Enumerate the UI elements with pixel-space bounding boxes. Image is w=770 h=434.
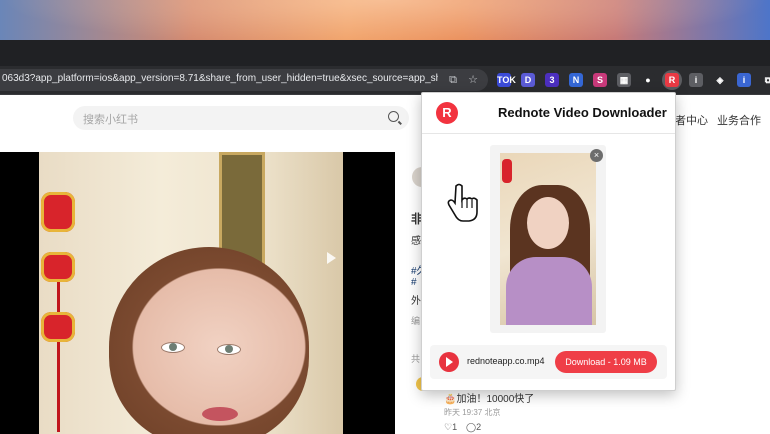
search-placeholder: 搜索小红书 xyxy=(83,114,138,126)
video-thumbnail[interactable] xyxy=(500,153,596,325)
color-ext-icon[interactable]: ◈ xyxy=(710,70,730,90)
info-ext-icon[interactable]: i xyxy=(686,70,706,90)
pink-ext-icon[interactable]: S xyxy=(590,70,610,90)
like-button[interactable]: ♡1 xyxy=(444,422,457,433)
blue-ext-icon[interactable]: 3 xyxy=(542,70,562,90)
edit-date: 编 xyxy=(411,316,421,326)
downloader-popup: R Rednote Video Downloader × rednoteapp.… xyxy=(421,92,676,391)
url-text[interactable]: 063d3?app_platform=ios&app_version=8.71&… xyxy=(2,73,438,84)
ni-ext-icon[interactable]: N xyxy=(566,70,586,90)
shield-ext-icon[interactable]: i xyxy=(734,70,754,90)
thumb-lantern xyxy=(502,159,512,183)
popup-header: R Rednote Video Downloader xyxy=(422,93,675,134)
thumb-face xyxy=(527,197,569,249)
play-icon[interactable] xyxy=(439,352,459,372)
search-icon[interactable] xyxy=(388,111,399,122)
comment-text: 🎂加油！10000快了 xyxy=(444,394,535,405)
person-face xyxy=(109,247,309,434)
reply-button[interactable]: ◯2 xyxy=(466,422,481,433)
popup-title: Rednote Video Downloader xyxy=(498,105,667,120)
browser-tab-strip xyxy=(0,40,770,66)
post-text: 外 xyxy=(411,296,421,307)
comment-icon: ◯ xyxy=(466,422,477,432)
thumb-sweater xyxy=(506,257,592,325)
rednote-logo-icon: R xyxy=(436,102,458,124)
rednote-ext-icon[interactable]: R xyxy=(662,70,682,90)
grid-ext-icon[interactable]: ▦ xyxy=(614,70,634,90)
download-button[interactable]: Download - 1.09 MB xyxy=(555,351,657,373)
eye-left xyxy=(161,342,185,353)
install-app-icon[interactable]: ⧉ xyxy=(446,73,460,87)
search-input[interactable]: 搜索小红书 xyxy=(73,106,409,130)
file-name: rednoteapp.co.mp4 xyxy=(467,356,545,366)
close-icon[interactable]: × xyxy=(590,149,603,162)
post-text: 感 xyxy=(411,236,421,247)
circle-ext-icon[interactable]: ● xyxy=(638,70,658,90)
browser-toolbar: 063d3?app_platform=ios&app_version=8.71&… xyxy=(0,66,770,95)
video-player[interactable] xyxy=(0,152,395,434)
video-thumbnail-card xyxy=(490,145,606,333)
comment-count: 共 xyxy=(411,354,421,364)
lantern-decoration xyxy=(41,162,77,434)
play-indicator-icon xyxy=(327,252,336,264)
address-bar[interactable]: 063d3?app_platform=ios&app_version=8.71&… xyxy=(0,69,488,91)
eye-right xyxy=(217,344,241,355)
heart-icon: ♡ xyxy=(444,422,453,432)
nav-creator-center[interactable]: 者中心 xyxy=(675,112,708,128)
download-bar: rednoteapp.co.mp4 Download - 1.09 MB xyxy=(430,345,667,379)
extensions-bar: TOK D 3 N S ▦ ● Ri ◈ i ⧉ xyxy=(494,70,770,90)
puzzle-ext-icon[interactable]: ⧉ xyxy=(758,70,770,90)
bookmark-star-icon[interactable]: ☆ xyxy=(466,73,480,87)
lips xyxy=(202,407,238,421)
tiktok-ext-icon[interactable]: TOK xyxy=(494,70,516,90)
d-ext-icon[interactable]: D xyxy=(518,70,538,90)
hashtag[interactable]: # xyxy=(411,277,417,288)
nav-business[interactable]: 业务合作 xyxy=(717,112,761,128)
comment-meta: 昨天 19:37 北京 xyxy=(444,408,501,417)
video-frame xyxy=(39,152,343,434)
hand-cursor-icon xyxy=(447,183,478,222)
